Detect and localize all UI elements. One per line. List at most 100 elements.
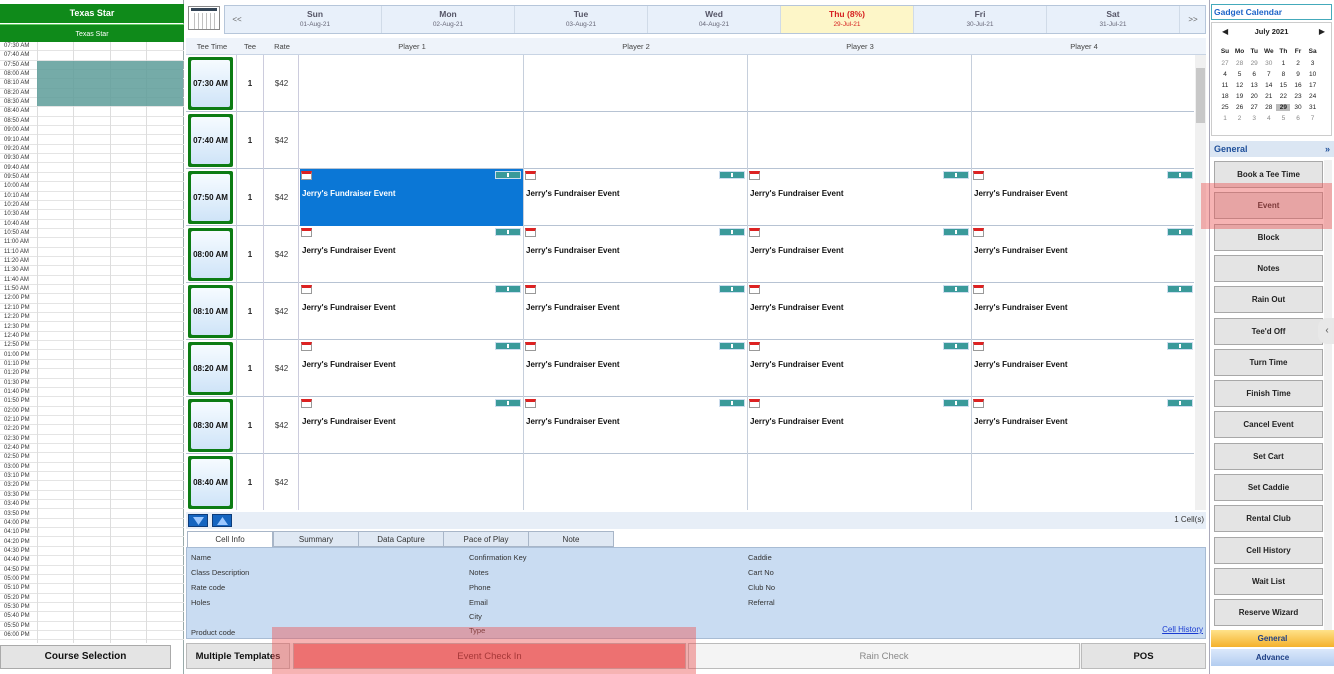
mini-time-row[interactable]: 10:00 AM	[0, 182, 184, 192]
mini-time-row[interactable]: 10:10 AM	[0, 192, 184, 201]
calendar-day[interactable]: 22	[1276, 93, 1290, 100]
cancel-event-button[interactable]: Cancel Event	[1214, 411, 1323, 439]
calendar-day[interactable]: 24	[1306, 93, 1320, 100]
mini-time-row[interactable]: 02:20 PM	[0, 425, 184, 435]
mini-time-row[interactable]: 04:30 PM	[0, 547, 184, 557]
calendar-day[interactable]: 1	[1218, 115, 1232, 122]
mini-time-row[interactable]: 03:30 PM	[0, 491, 184, 501]
day-tab-5[interactable]: Fri 30-Jul-21	[914, 6, 1047, 33]
mini-time-row[interactable]: 11:50 AM	[0, 285, 184, 295]
calendar-day[interactable]: 3	[1247, 115, 1261, 122]
rain-out-button[interactable]: Rain Out	[1214, 286, 1323, 314]
mini-time-row[interactable]: 12:50 PM	[0, 341, 184, 351]
mini-time-row[interactable]: 06:00 PM	[0, 631, 184, 641]
mini-time-row[interactable]: 01:00 PM	[0, 351, 184, 360]
player-1-cell[interactable]	[300, 55, 524, 112]
player-4-cell[interactable]: Jerry's Fundraiser Event	[972, 340, 1194, 397]
calendar-day[interactable]: 4	[1218, 71, 1232, 78]
calendar-day[interactable]: 20	[1247, 93, 1261, 100]
player-3-cell[interactable]: Jerry's Fundraiser Event	[748, 169, 972, 226]
calendar-day[interactable]: 3	[1306, 60, 1320, 67]
player-3-cell[interactable]: Jerry's Fundraiser Event	[748, 397, 972, 454]
mini-time-row[interactable]: 11:10 AM	[0, 248, 184, 257]
mini-time-row[interactable]: 05:50 PM	[0, 622, 184, 631]
calendar-day[interactable]: 30	[1262, 60, 1276, 67]
calendar-day[interactable]: 11	[1218, 82, 1232, 89]
player-2-cell[interactable]	[524, 454, 748, 510]
expand-icon[interactable]: »	[1325, 141, 1330, 157]
tee-time-cell[interactable]: 08:20 AM	[188, 342, 233, 395]
calendar-day[interactable]: 26	[1233, 104, 1247, 111]
tab-summary[interactable]: Summary	[273, 531, 359, 547]
course-selection-button[interactable]: Course Selection	[0, 645, 171, 669]
grid-scroll-thumb[interactable]	[1196, 68, 1205, 123]
mini-time-row[interactable]: 05:30 PM	[0, 603, 184, 613]
cell-history-link[interactable]: Cell History	[1162, 625, 1203, 634]
calendar-day[interactable]: 21	[1262, 93, 1276, 100]
mini-time-row[interactable]: 10:50 AM	[0, 229, 184, 239]
mini-time-row[interactable]: 10:20 AM	[0, 201, 184, 211]
mini-time-row[interactable]: 11:40 AM	[0, 276, 184, 286]
mini-time-row[interactable]: 03:10 PM	[0, 472, 184, 482]
mini-time-row[interactable]: 09:20 AM	[0, 145, 184, 155]
mini-time-row[interactable]: 01:50 PM	[0, 397, 184, 407]
mini-time-row[interactable]: 11:00 AM	[0, 238, 184, 248]
rental-club-button[interactable]: Rental Club	[1214, 505, 1323, 533]
mini-tee-sheet[interactable]: 07:30 AM 07:40 AM 07:50 AM 08:00 AM 08:10 AM…	[0, 42, 184, 643]
player-3-cell[interactable]: Jerry's Fundraiser Event	[748, 226, 972, 283]
scroll-up-button[interactable]	[212, 514, 232, 527]
mini-time-row[interactable]: 10:40 AM	[0, 220, 184, 229]
player-1-cell[interactable]: Jerry's Fundraiser Event	[300, 226, 524, 283]
player-2-cell[interactable]: Jerry's Fundraiser Event	[524, 169, 748, 226]
mini-time-row[interactable]: 11:30 AM	[0, 266, 184, 276]
calendar-day[interactable]: 25	[1218, 104, 1232, 111]
reserve-wizard-button[interactable]: Reserve Wizard	[1214, 599, 1323, 627]
notes-button[interactable]: Notes	[1214, 254, 1323, 282]
prev-week-button[interactable]: <<	[225, 6, 249, 33]
day-tab-6[interactable]: Sat 31-Jul-21	[1047, 6, 1180, 33]
rain-check-button[interactable]: Rain Check	[688, 643, 1080, 669]
next-month-icon[interactable]: ▶	[1319, 27, 1325, 36]
mini-calendar[interactable]: ◀ July 2021 ▶ Su Mo Tu We Th Fr Sa 27 28 29 30 1 2 3 4…	[1211, 22, 1332, 136]
player-1-cell[interactable]: Jerry's Fundraiser Event	[300, 283, 524, 340]
day-tab-0[interactable]: Sun 01-Aug-21	[249, 6, 382, 33]
tee-time-cell[interactable]: 07:40 AM	[188, 114, 233, 167]
mini-time-row[interactable]: 09:50 AM	[0, 173, 184, 183]
calendar-day[interactable]: 2	[1233, 115, 1247, 122]
calendar-day[interactable]: 30	[1291, 104, 1305, 111]
calendar-day[interactable]: 28	[1262, 104, 1276, 111]
player-1-cell[interactable]: Jerry's Fundraiser Event	[300, 169, 524, 226]
calendar-day[interactable]: 6	[1291, 115, 1305, 122]
calendar-day[interactable]: 29	[1276, 104, 1291, 111]
player-3-cell[interactable]: Jerry's Fundraiser Event	[748, 283, 972, 340]
mini-time-row[interactable]: 07:30 AM	[0, 42, 184, 52]
calendar-day[interactable]: 18	[1218, 93, 1232, 100]
mini-time-row[interactable]: 03:20 PM	[0, 481, 184, 491]
mini-time-row[interactable]: 01:40 PM	[0, 388, 184, 398]
actions-scrollbar[interactable]	[1324, 160, 1332, 630]
mini-time-row[interactable]: 03:50 PM	[0, 510, 184, 519]
calendar-day[interactable]: 17	[1306, 82, 1320, 89]
turn-time-button[interactable]: Turn Time	[1214, 348, 1323, 376]
player-4-cell[interactable]: Jerry's Fundraiser Event	[972, 169, 1194, 226]
mini-time-row[interactable]: 12:30 PM	[0, 323, 184, 332]
mini-time-row[interactable]: 10:30 AM	[0, 210, 184, 220]
set-caddie-button[interactable]: Set Caddie	[1214, 474, 1323, 501]
player-2-cell[interactable]: Jerry's Fundraiser Event	[524, 340, 748, 397]
player-3-cell[interactable]	[748, 112, 972, 169]
mini-time-row[interactable]: 02:40 PM	[0, 444, 184, 454]
mini-time-row[interactable]: 11:20 AM	[0, 257, 184, 267]
mini-time-row[interactable]: 07:40 AM	[0, 51, 184, 61]
mini-time-row[interactable]: 12:10 PM	[0, 304, 184, 314]
mini-time-row[interactable]: 04:10 PM	[0, 528, 184, 538]
mini-time-row[interactable]: 02:10 PM	[0, 416, 184, 426]
mini-time-row[interactable]: 04:20 PM	[0, 538, 184, 547]
tee-time-cell[interactable]: 07:30 AM	[188, 57, 233, 110]
player-3-cell[interactable]: Jerry's Fundraiser Event	[748, 340, 972, 397]
player-4-cell[interactable]	[972, 55, 1194, 112]
mini-time-row[interactable]: 09:30 AM	[0, 154, 184, 164]
mini-time-row[interactable]: 08:40 AM	[0, 107, 184, 117]
tab-pace-of-play[interactable]: Pace of Play	[443, 531, 529, 547]
calendar-day[interactable]: 1	[1276, 60, 1290, 67]
player-2-cell[interactable]: Jerry's Fundraiser Event	[524, 226, 748, 283]
